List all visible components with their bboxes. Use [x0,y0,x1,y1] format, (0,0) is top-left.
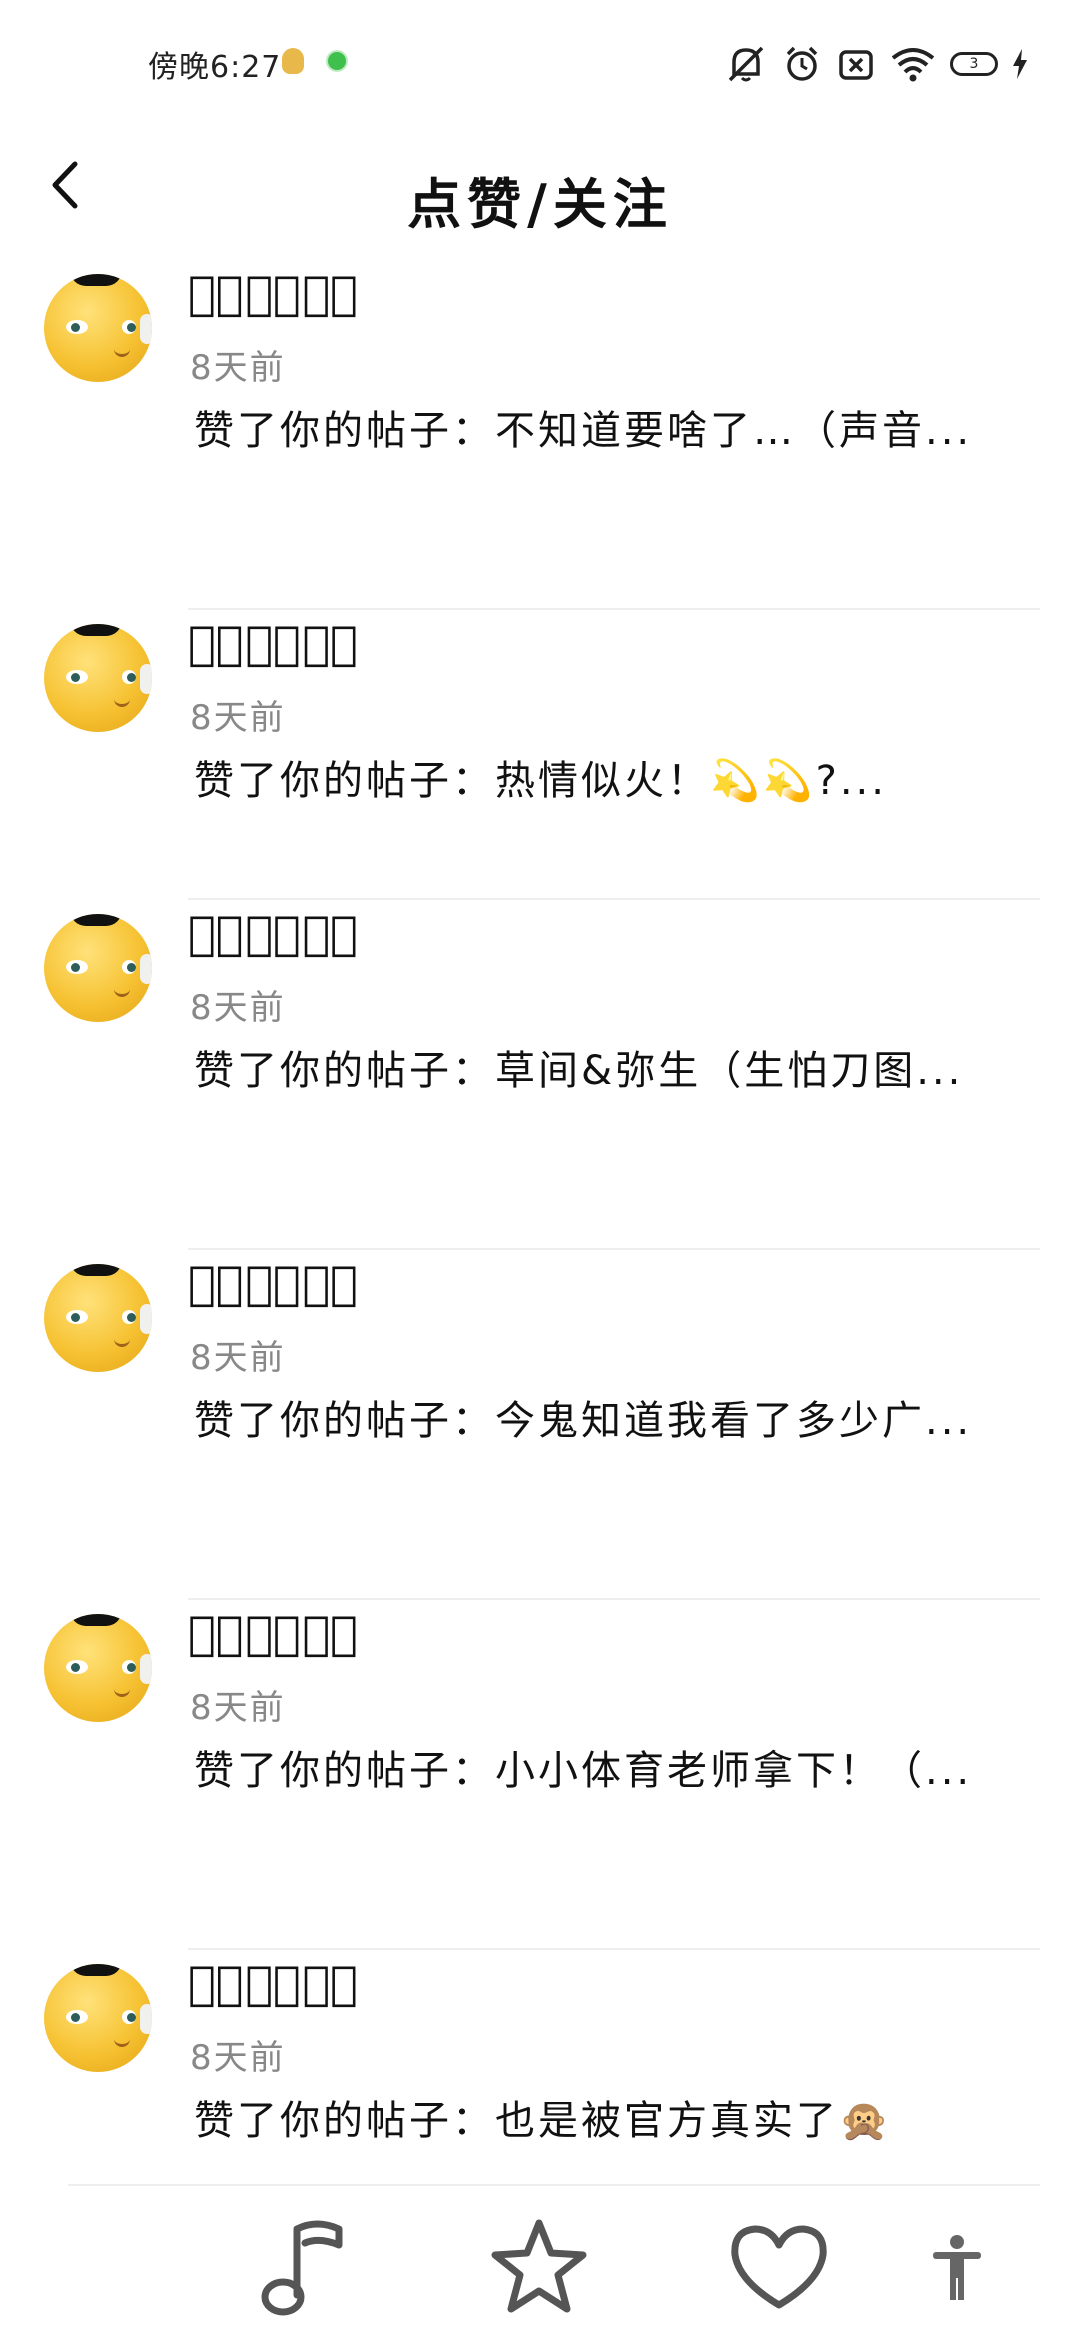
notification-message: 赞了你的帖子：草间&弥生（生怕刀图... [194,1048,964,1094]
avatar[interactable] [44,1964,152,2072]
user-name[interactable]: 侏ᷝ孑ᷝ酱ᷝ [188,616,360,670]
heart-icon [731,2225,827,2309]
sim-off-icon [836,44,876,84]
alarm-icon [782,44,822,84]
user-name[interactable]: 侏ᷝ孑ᷝ酱ᷝ [188,266,360,320]
nav-heart-button[interactable] [724,2212,834,2322]
timestamp: 8天前 [190,698,286,738]
avatar[interactable] [44,624,152,732]
user-name[interactable]: 侏ᷝ孑ᷝ酱ᷝ [188,1256,360,1310]
mute-icon [724,44,768,84]
wifi-icon [890,46,936,82]
star-icon [491,2219,587,2313]
avatar[interactable] [44,274,152,382]
user-name[interactable]: 侏ᷝ孑ᷝ酱ᷝ [188,906,360,960]
list-item[interactable]: 侏ᷝ孑ᷝ酱ᷝ 8天前 赞了你的帖子：草间&弥生（生怕刀图... [0,900,1080,1250]
accessibility-icon [933,2235,981,2300]
timestamp: 8天前 [190,988,286,1028]
charging-icon [1012,49,1028,79]
notification-message: 赞了你的帖子：热情似火！💫💫?... [194,758,887,804]
notification-message: 赞了你的帖子：不知道要啥了…（声音... [194,408,973,454]
status-left-icons [282,48,348,74]
battery-icon: 3 [950,52,998,76]
avatar[interactable] [44,1614,152,1722]
timestamp: 8天前 [190,2038,286,2078]
header: 点赞/关注 [0,130,1080,250]
list-item[interactable]: 侏ᷝ孑ᷝ酱ᷝ 8天前 赞了你的帖子：不知道要啥了…（声音... [0,260,1080,610]
nav-accessibility-button[interactable] [912,2212,1002,2322]
timestamp: 8天前 [190,348,286,388]
user-name[interactable]: 侏ᷝ孑ᷝ酱ᷝ [188,1606,360,1660]
avatar[interactable] [44,1264,152,1372]
status-right-icons: 3 [724,44,1028,84]
notification-list: 侏ᷝ孑ᷝ酱ᷝ 8天前 赞了你的帖子：不知道要啥了…（声音... 侏ᷝ孑ᷝ酱ᷝ 8… [0,260,1080,2240]
status-bar: 傍晚6:27 3 [0,0,1080,130]
app-dot-icon [326,50,348,72]
timestamp: 8天前 [190,1688,286,1728]
notification-message: 赞了你的帖子：也是被官方真实了🙊 [194,2098,892,2144]
music-note-icon [261,2220,343,2316]
timestamp: 8天前 [190,1338,286,1378]
list-item[interactable]: 侏ᷝ孑ᷝ酱ᷝ 8天前 赞了你的帖子：热情似火！💫💫?... [0,610,1080,900]
notification-message: 赞了你的帖子：今鬼知道我看了多少广... [194,1398,973,1444]
user-name[interactable]: 侏ᷝ孑ᷝ酱ᷝ [188,1956,360,2010]
nav-star-button[interactable] [484,2212,594,2322]
bottom-nav [0,2186,1080,2340]
status-time: 傍晚6:27 [148,50,282,85]
notification-icon [282,48,304,74]
page-title: 点赞/关注 [407,173,673,236]
list-item[interactable]: 侏ᷝ孑ᷝ酱ᷝ 8天前 赞了你的帖子：小小体育老师拿下！（... [0,1600,1080,1950]
notification-message: 赞了你的帖子：小小体育老师拿下！（... [194,1748,973,1794]
nav-music-button[interactable] [252,2212,362,2322]
avatar[interactable] [44,914,152,1022]
list-item[interactable]: 侏ᷝ孑ᷝ酱ᷝ 8天前 赞了你的帖子：今鬼知道我看了多少广... [0,1250,1080,1600]
